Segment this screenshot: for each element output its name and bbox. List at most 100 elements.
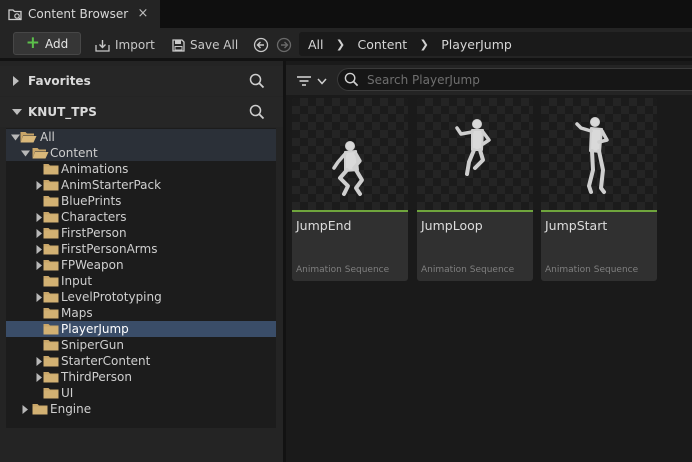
breadcrumb-item-all[interactable]: All [299,37,333,52]
folder-tree-item-label: LevelPrototyping [61,290,162,304]
folder-tree-item[interactable]: Input [6,273,276,289]
folder-tree-item-label: ThirdPerson [61,370,132,384]
import-label: Import [115,38,155,52]
asset-name: JumpEnd [296,218,352,233]
filter-icon [296,75,312,87]
project-title: KNUT_TPS [28,105,97,119]
folder-tree-item[interactable]: FirstPerson [6,225,276,241]
folder-tree-item[interactable]: All [6,129,276,145]
folder-tree-item[interactable]: Animations [6,161,276,177]
search-icon[interactable] [249,73,265,89]
folder-icon [43,163,59,175]
folder-tree-item[interactable]: FPWeapon [6,257,276,273]
folder-icon [43,195,59,207]
asset-thumbnail [292,98,408,210]
folder-icon [43,355,59,367]
folder-icon [43,211,59,223]
asset-tile[interactable]: JumpStart Animation Sequence [541,98,657,281]
folder-icon [43,227,59,239]
chevron-right-icon [12,76,22,86]
content-browser-icon [8,8,23,21]
folder-tree-item-label: Input [61,274,93,288]
filter-button[interactable] [296,73,330,89]
import-button[interactable]: Import [95,34,155,56]
folder-icon [43,275,59,287]
asset-type-color-bar [417,210,533,212]
tab-title: Content Browser [28,7,129,21]
breadcrumb-item-playerjump[interactable]: PlayerJump [432,37,521,52]
chevron-down-icon [12,108,22,116]
favorites-title: Favorites [28,74,91,88]
chevron-down-icon[interactable] [20,145,30,161]
folder-icon [43,291,59,303]
folder-tree-item-label: PlayerJump [61,322,129,336]
add-label: Add [45,36,69,51]
folder-icon [32,403,48,415]
asset-type-color-bar [292,210,408,212]
folder-icon [43,179,59,191]
folder-tree-item[interactable]: Content [6,145,276,161]
search-icon [338,72,359,87]
favorites-section-header[interactable]: Favorites [0,66,283,96]
folder-tree-item-label: Maps [61,306,93,320]
folder-icon [43,323,59,335]
folder-tree-item[interactable]: FirstPersonArms [6,241,276,257]
asset-type-label: Animation Sequence [421,265,515,275]
breadcrumb-item-content[interactable]: Content [349,37,417,52]
forward-arrow-icon [276,37,297,53]
asset-thumbnail [541,98,657,210]
asset-thumbnail [417,98,533,210]
folder-icon [43,259,59,271]
folder-tree-item[interactable]: PlayerJump [6,321,276,337]
folder-icon [43,339,59,351]
folder-tree-item-label: Characters [61,210,127,224]
save-all-button[interactable]: Save All [172,34,238,56]
asset-type-color-bar [541,210,657,212]
back-arrow-icon [253,37,274,53]
chevron-right-icon[interactable] [20,401,30,417]
folder-icon [43,243,59,255]
chevron-down-icon [317,78,327,85]
folder-tree-item[interactable]: SniperGun [6,337,276,353]
add-button[interactable]: + Add [13,32,81,55]
asset-type-label: Animation Sequence [296,265,390,275]
folder-tree-item[interactable]: AnimStarterPack [6,177,276,193]
folder-tree-item[interactable]: LevelPrototyping [6,289,276,305]
folder-tree-item[interactable]: Characters [6,209,276,225]
forward-button[interactable] [276,34,297,56]
close-tab-icon[interactable]: × [137,6,149,21]
save-all-label: Save All [190,38,239,52]
asset-tile[interactable]: JumpEnd Animation Sequence [292,98,408,281]
asset-name: JumpStart [545,218,608,233]
folder-tree-item[interactable]: Engine [6,401,276,417]
search-input[interactable] [367,72,667,87]
breadcrumb: All ❯ Content ❯ PlayerJump [299,32,692,56]
folder-tree-item-label: All [40,130,55,144]
folder-tree-item-label: Animations [61,162,129,176]
folder-icon [43,387,59,399]
tab-content-browser[interactable]: Content Browser × [0,0,160,28]
import-icon [95,39,115,52]
search-box[interactable] [337,68,692,91]
folder-open-icon [20,131,37,143]
folder-tree-item-label: Content [50,146,98,160]
folder-tree-item[interactable]: ThirdPerson [6,369,276,385]
folder-tree-item[interactable]: Maps [6,305,276,321]
folder-tree-item-label: FirstPerson [61,226,127,240]
folder-icon [43,371,59,383]
folder-tree-item-label: StarterContent [61,354,151,368]
folder-tree-item[interactable]: BluePrints [6,193,276,209]
back-button[interactable] [253,34,274,56]
folder-tree-item[interactable]: UI [6,385,276,401]
breadcrumb-separator-icon[interactable]: ❯ [416,38,432,51]
chevron-down-icon[interactable] [10,129,20,145]
folder-tree-item[interactable]: StarterContent [6,353,276,369]
folder-tree-item-label: AnimStarterPack [61,178,162,192]
asset-tile[interactable]: JumpLoop Animation Sequence [417,98,533,281]
search-icon[interactable] [249,104,265,120]
folder-tree-item-label: BluePrints [61,194,122,208]
folder-tree-item-label: UI [61,386,74,400]
project-section-header[interactable]: KNUT_TPS [0,97,283,127]
breadcrumb-separator-icon[interactable]: ❯ [333,38,349,51]
folder-tree-item-label: Engine [50,402,92,416]
